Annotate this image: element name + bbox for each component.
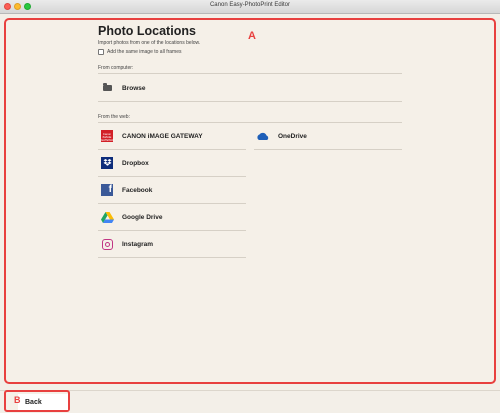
from-computer-heading: From computer: bbox=[98, 65, 134, 71]
dropbox-button[interactable]: Dropbox bbox=[100, 156, 149, 170]
page-subtitle: Import photos from one of the locations … bbox=[98, 40, 201, 46]
canon-image-gateway-button[interactable]: Canon iMAGE GATEWAY CANON iMAGE GATEWAY bbox=[100, 129, 203, 143]
divider bbox=[98, 230, 246, 231]
facebook-button[interactable]: f Facebook bbox=[100, 183, 152, 197]
divider bbox=[98, 122, 402, 123]
dropbox-icon bbox=[100, 156, 114, 170]
facebook-icon: f bbox=[100, 183, 114, 197]
google-drive-label: Google Drive bbox=[122, 213, 163, 221]
folder-icon bbox=[100, 81, 114, 95]
footer-divider bbox=[0, 390, 500, 391]
google-drive-icon bbox=[100, 210, 114, 224]
instagram-button[interactable]: Instagram bbox=[100, 237, 153, 251]
browse-button[interactable]: Browse bbox=[100, 81, 145, 95]
browse-label: Browse bbox=[122, 84, 146, 92]
same-image-checkbox[interactable] bbox=[98, 49, 104, 55]
canon-image-gateway-label: CANON iMAGE GATEWAY bbox=[122, 132, 203, 140]
title-bar: Canon Easy-PhotoPrint Editor bbox=[0, 0, 500, 14]
divider bbox=[98, 149, 246, 150]
dropbox-label: Dropbox bbox=[122, 159, 149, 167]
onedrive-icon bbox=[256, 129, 270, 143]
same-image-option[interactable]: Add the same image to all frames bbox=[98, 49, 181, 55]
instagram-label: Instagram bbox=[122, 240, 154, 248]
divider bbox=[98, 101, 402, 102]
divider bbox=[98, 176, 246, 177]
page-title: Photo Locations bbox=[98, 24, 196, 38]
google-drive-button[interactable]: Google Drive bbox=[100, 210, 162, 224]
instagram-icon bbox=[100, 237, 114, 251]
back-button-label: Back bbox=[25, 399, 42, 406]
onedrive-label: OneDrive bbox=[278, 132, 307, 140]
from-web-heading: From the web: bbox=[98, 114, 130, 120]
same-image-checkbox-label: Add the same image to all frames bbox=[107, 49, 182, 55]
canon-image-gateway-icon: Canon iMAGE GATEWAY bbox=[101, 130, 115, 142]
onedrive-button[interactable]: OneDrive bbox=[256, 129, 307, 143]
divider bbox=[254, 149, 402, 150]
divider bbox=[98, 73, 402, 74]
facebook-label: Facebook bbox=[122, 186, 153, 194]
callout-a: A bbox=[248, 30, 256, 42]
window-title: Canon Easy-PhotoPrint Editor bbox=[209, 2, 291, 8]
callout-b: B bbox=[14, 395, 21, 405]
divider bbox=[98, 257, 246, 258]
divider bbox=[98, 203, 246, 204]
